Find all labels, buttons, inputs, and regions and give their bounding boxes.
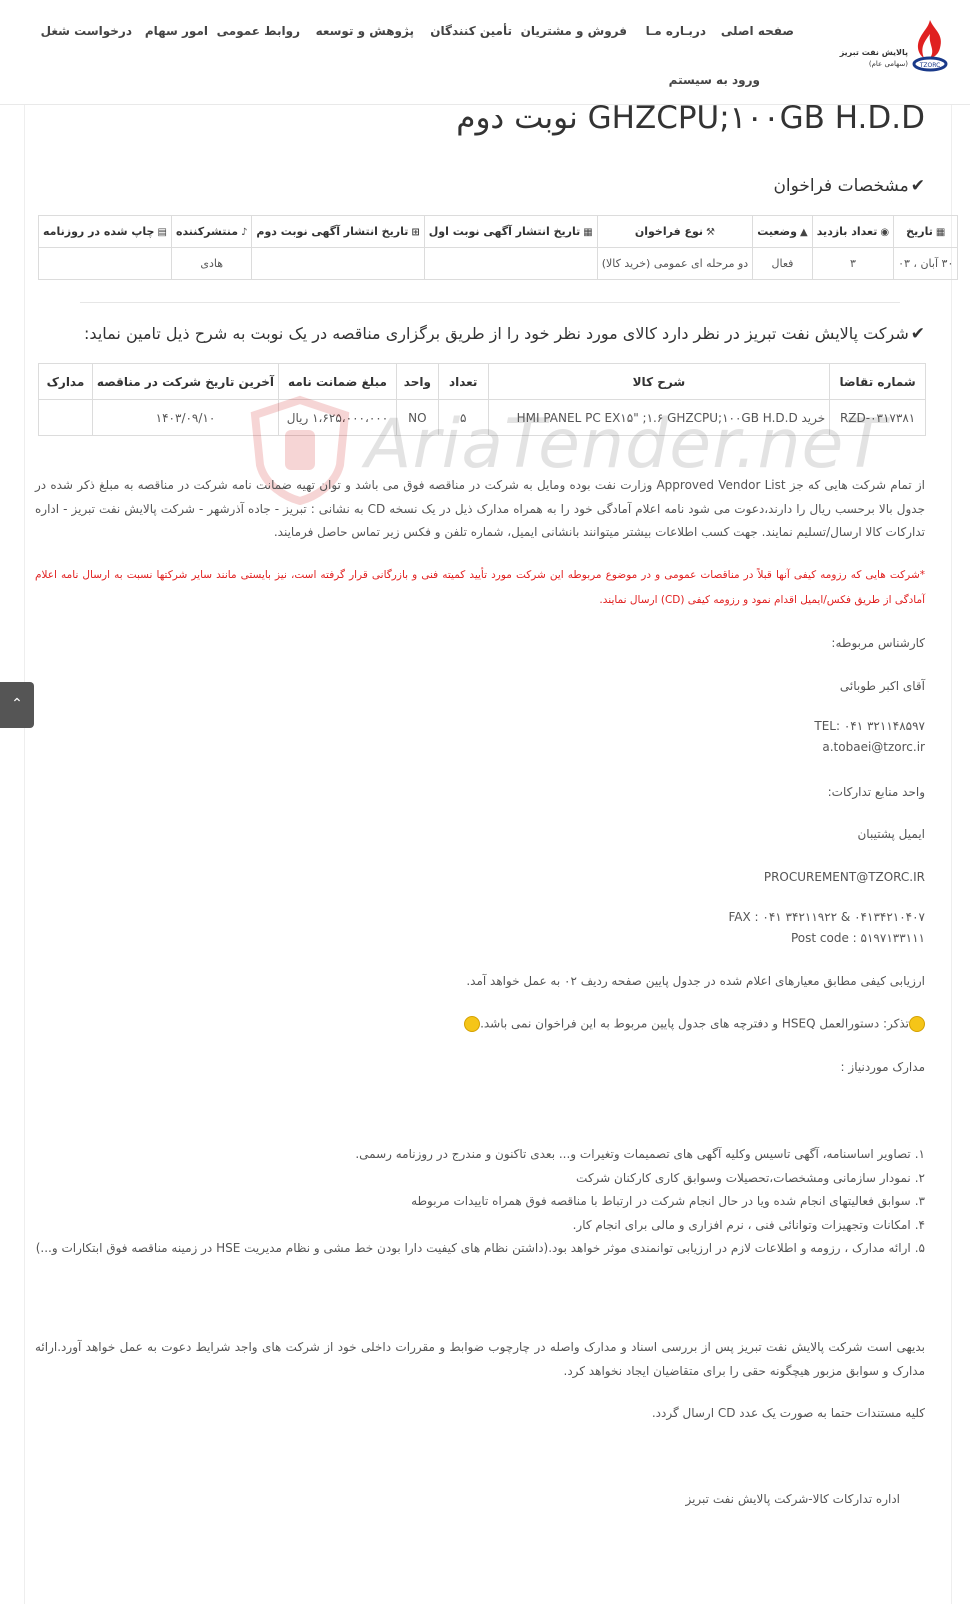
specs-table-row: ۳۰ آبان ، ۰۳ ۳ فعال دو مرحله ای عمومی (خ… bbox=[38, 247, 959, 280]
thinking-emoji-icon bbox=[909, 1016, 925, 1032]
logo-brand: TZORC bbox=[919, 62, 941, 69]
list-item: ۲.نمودار سازمانی ومشخصات،تحصیلات وسوابق … bbox=[576, 1171, 925, 1185]
specs-col-publisher: ♪منتشرکننده bbox=[170, 215, 253, 248]
nav-about[interactable]: دربـاره مـا bbox=[646, 24, 706, 38]
specs-cell-status: فعال bbox=[752, 247, 813, 280]
items-cell-documents[interactable] bbox=[38, 399, 93, 436]
list-item: ۳.سوابق فعالیتهای انجام شده ویا در حال ا… bbox=[411, 1194, 925, 1208]
expert-name: آقای اکبر طوبائی bbox=[839, 679, 925, 693]
calendar-icon: ▦ bbox=[583, 227, 593, 238]
items-cell-deadline: ۱۴۰۳/۰۹/۱۰ bbox=[91, 399, 280, 436]
nav-research[interactable]: پژوهش و توسعه bbox=[316, 24, 414, 38]
items-col-deadline: آخرین تاریخ شرکت در مناقصه bbox=[91, 363, 280, 400]
specs-heading: ✔مشخصات فراخوان bbox=[773, 176, 925, 196]
items-col-unit: واحد bbox=[395, 363, 439, 400]
closing-paragraph: بدیهی است شرکت پالایش نفت تبریز پس از بر… bbox=[35, 1340, 925, 1378]
specs-table-header-row: ▦تاریخ ◉تعداد بازدید ▲وضعیت ⚒نوع فراخوان… bbox=[38, 215, 959, 248]
signature: اداره تدارکات کالا-شرکت پالایش نفت تبریز bbox=[685, 1492, 900, 1506]
items-cell-qty: ۵ bbox=[437, 399, 489, 436]
specs-col-views: ◉تعداد بازدید bbox=[811, 215, 895, 248]
specs-col-status: ▲وضعیت bbox=[752, 215, 813, 248]
page-title: GHZCPU;۱۰۰GB H.D.D نوبت دوم bbox=[456, 100, 925, 136]
calendar-plus-icon: ⊞ bbox=[411, 227, 420, 238]
specs-cell-first-publish bbox=[423, 247, 598, 280]
newspaper-icon: ▤ bbox=[157, 227, 167, 238]
cd-note: کلیه مستندات حتما به صورت یک عدد CD ارسا… bbox=[651, 1406, 925, 1420]
items-table: شماره تقاضا شرح کالا تعداد واحد مبلغ ضما… bbox=[38, 363, 926, 436]
items-col-request-no: شماره تقاضا bbox=[829, 363, 926, 400]
reminder-text: تذکر: دستورالعمل HSEQ و دفترچه های جدول … bbox=[480, 1016, 909, 1031]
logo-text-2: (سهامی عام) bbox=[868, 60, 908, 68]
red-note: *شرکت هایی که رزومه کیفی آنها قبلاً در م… bbox=[35, 569, 925, 606]
warning-icon: ▲ bbox=[800, 227, 808, 238]
check-icon: ✔ bbox=[910, 324, 925, 344]
items-cell-request-no: RZD-۰۳۱۷۳۸۱ bbox=[829, 399, 926, 436]
specs-cell-newspaper bbox=[38, 247, 172, 280]
specs-cell-date: ۳۰ آبان ، ۰۳ bbox=[893, 247, 959, 280]
site-header: TZORC پالایش نفت تبریز (سهامی عام) صفحه … bbox=[0, 0, 970, 105]
intro-heading: ✔شرکت پالایش نفت تبریز در نظر دارد کالای… bbox=[84, 324, 925, 344]
logo-text-1: پالایش نفت تبریز bbox=[839, 48, 908, 57]
specs-cell-publisher: هادی bbox=[170, 247, 253, 280]
gavel-icon: ⚒ bbox=[706, 227, 716, 238]
intro-heading-text: شرکت پالایش نفت تبریز در نظر دارد کالای … bbox=[84, 324, 909, 343]
chevron-up-icon: ⌃ bbox=[11, 696, 23, 712]
specs-col-newspaper: ▤چاپ شده در روزنامه bbox=[38, 215, 172, 248]
fax-text: FAX : ۰۴۱ ۳۴۲۱۱۹۲۲ & ۰۴۱۳۴۲۱۰۴۰۷ bbox=[728, 910, 926, 924]
flame-logo-icon: TZORC bbox=[912, 20, 948, 72]
specs-cell-second-publish bbox=[251, 247, 425, 280]
items-col-description: شرح کالا bbox=[487, 363, 831, 400]
nav-shares[interactable]: امور سهام bbox=[145, 24, 208, 38]
specs-cell-type: دو مرحله ای عمومی (خرید کالا) bbox=[596, 247, 754, 280]
items-table-header-row: شماره تقاضا شرح کالا تعداد واحد مبلغ ضما… bbox=[38, 363, 926, 400]
body-paragraph: از تمام شرکت هایی که جز Approved Vendor … bbox=[35, 478, 925, 539]
expert-label: کارشناس مربوطه: bbox=[831, 636, 925, 650]
nav-public-relations[interactable]: روابط عمومی bbox=[217, 24, 300, 38]
evaluation-text: ارزیابی کیفی مطابق معیارهای اعلام شده در… bbox=[466, 974, 925, 988]
unit-label: واحد منابع تدارکات: bbox=[827, 785, 925, 799]
items-col-documents: مدارک bbox=[38, 363, 93, 400]
items-col-guarantee: مبلغ ضمانت نامه bbox=[278, 363, 397, 400]
nav-login[interactable]: ورود به سیستم bbox=[669, 73, 760, 87]
divider bbox=[80, 302, 900, 303]
specs-col-first-publish: ▦تاریخ انتشار آگهی نوبت اول bbox=[423, 215, 598, 248]
docs-label: مدارک موردنیاز : bbox=[840, 1060, 925, 1074]
reminder: تذکر: دستورالعمل HSEQ و دفترچه های جدول … bbox=[464, 1016, 925, 1032]
company-logo[interactable]: TZORC پالایش نفت تبریز (سهامی عام) bbox=[840, 18, 950, 78]
specs-col-date: ▦تاریخ bbox=[893, 215, 959, 248]
items-cell-unit: NO bbox=[395, 399, 439, 436]
items-col-qty: تعداد bbox=[437, 363, 489, 400]
list-item: ۱.تصاویر اساسنامه، آگهی تاسیس وکلیه آگهی… bbox=[355, 1147, 925, 1161]
specs-heading-text: مشخصات فراخوان bbox=[773, 176, 909, 196]
calendar-icon: ▦ bbox=[935, 227, 946, 238]
items-cell-guarantee: ۱،۶۲۵،۰۰۰،۰۰۰ ریال bbox=[278, 399, 397, 436]
specs-cell-views: ۳ bbox=[811, 247, 895, 280]
scroll-to-top-button[interactable]: ⌃ bbox=[0, 682, 34, 728]
list-item: ۵.ارائه مدارک ، رزومه و اطلاعات لازم در … bbox=[35, 1241, 925, 1255]
support-email-label: ایمیل پشتیبان bbox=[857, 827, 925, 841]
nav-careers[interactable]: درخواست شغل bbox=[41, 24, 132, 38]
nav-sales[interactable]: فروش و مشتریان bbox=[521, 24, 627, 38]
tel-text: TEL: ۰۴۱ ۳۲۱۱۴۸۵۹۷ bbox=[814, 719, 925, 733]
bell-icon: ♪ bbox=[241, 227, 248, 238]
nav-suppliers[interactable]: تأمین کنندگان bbox=[430, 24, 512, 38]
postcode-text: Post code : ۵۱۹۷۱۳۳۱۱۱ bbox=[791, 931, 925, 945]
thinking-emoji-icon bbox=[464, 1016, 481, 1032]
procurement-email-link[interactable]: PROCUREMENT@TZORC.IR bbox=[764, 870, 925, 884]
specs-col-second-publish: ⊞تاریخ انتشار آگهی نوبت دوم bbox=[251, 215, 425, 248]
eye-icon: ◉ bbox=[880, 227, 890, 238]
items-table-row: RZD-۰۳۱۷۳۸۱ خرید HMI PANEL PC EX۱۵" ;۱.۶… bbox=[38, 399, 926, 436]
specs-table: ▦تاریخ ◉تعداد بازدید ▲وضعیت ⚒نوع فراخوان… bbox=[38, 215, 959, 280]
check-icon: ✔ bbox=[910, 176, 925, 196]
specs-col-type: ⚒نوع فراخوان bbox=[596, 215, 754, 248]
list-item: ۴.امکانات وتجهیزات وتوانائی فنی ، نرم اف… bbox=[572, 1218, 925, 1232]
expert-email-link[interactable]: a.tobaei@tzorc.ir bbox=[822, 740, 925, 754]
nav-home[interactable]: صفحه اصلی bbox=[721, 24, 794, 38]
items-cell-description: خرید HMI PANEL PC EX۱۵" ;۱.۶ GHZCPU;۱۰۰G… bbox=[487, 399, 831, 436]
